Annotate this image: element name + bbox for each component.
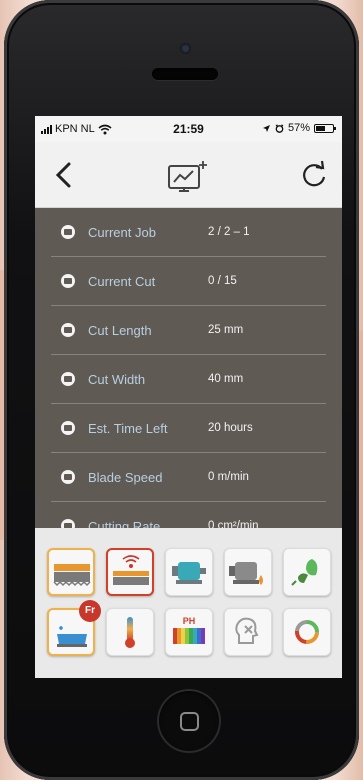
eco-leaf-plug-icon — [291, 559, 318, 586]
earpiece-speaker — [152, 68, 218, 80]
row-value: 2 / 2 – 1 — [208, 226, 250, 238]
job-icon — [61, 225, 75, 239]
cutting-rate-icon — [61, 519, 75, 528]
motor-fuel-tile[interactable] — [224, 548, 272, 596]
location-arrow-icon — [262, 124, 270, 132]
row-label: Blade Speed — [88, 469, 163, 485]
alarm-icon — [275, 123, 284, 133]
ph-scale-icon: PH — [173, 616, 205, 644]
home-button[interactable] — [157, 689, 221, 753]
saw-blade-icon — [53, 564, 91, 587]
front-camera — [180, 43, 191, 54]
row-value: 40 mm — [208, 373, 244, 385]
width-icon — [61, 372, 75, 386]
service-tile[interactable] — [224, 608, 272, 656]
row-label: Current Cut — [88, 273, 156, 289]
photo-scene: KPN NL 21:59 57% Current Job 2 / 2 – 1 C… — [0, 0, 363, 780]
row-label: Cut Width — [88, 371, 146, 387]
phone-screen: KPN NL 21:59 57% Current Job 2 / 2 – 1 C… — [35, 116, 342, 678]
blade-signal-tile[interactable] — [106, 548, 154, 596]
back-button[interactable] — [49, 158, 79, 192]
battery-percent: 57% — [287, 122, 310, 134]
progress-ring-tile[interactable] — [283, 608, 331, 656]
alert-badge: Fr — [79, 600, 101, 622]
motor-teal-tile[interactable] — [165, 548, 213, 596]
navigation-bar — [35, 142, 342, 208]
temperature-tile[interactable] — [106, 608, 154, 656]
row-value: 20 hours — [208, 422, 253, 434]
refresh-button[interactable] — [298, 159, 330, 191]
row-value: 0 cm²/min — [208, 520, 259, 528]
progress-ring-icon — [295, 620, 319, 644]
machine-status-list[interactable]: Current Job 2 / 2 – 1 Current Cut 0 / 15 C… — [35, 208, 342, 528]
length-icon — [61, 323, 75, 337]
row-value: 0 / 15 — [208, 275, 237, 287]
list-item: Current Cut 0 / 15 — [51, 257, 326, 306]
list-item: Blade Speed 0 m/min — [51, 453, 326, 502]
phone-body: KPN NL 21:59 57% Current Job 2 / 2 – 1 C… — [4, 0, 359, 780]
row-value: 25 mm — [208, 324, 244, 336]
eco-tile[interactable] — [283, 548, 331, 596]
list-item: Est. Time Left 20 hours — [51, 404, 326, 453]
home-square-icon — [179, 711, 199, 731]
ph-label: PH — [183, 616, 196, 626]
list-item: Current Job 2 / 2 – 1 — [51, 208, 326, 257]
thermometer-icon — [125, 617, 135, 648]
row-label: Cut Length — [88, 322, 152, 338]
row-value: 0 m/min — [208, 471, 249, 483]
list-item: Cut Length 25 mm — [51, 306, 326, 355]
coolant-tank-tile[interactable]: Fr — [47, 600, 101, 656]
row-label: Cutting Rate — [88, 518, 161, 529]
status-bar: KPN NL 21:59 57% — [35, 116, 342, 142]
blade-signal-icon — [113, 555, 149, 585]
blade-speed-icon — [61, 470, 75, 484]
motor-fuel-icon — [229, 562, 263, 585]
list-item: Cut Width 40 mm — [51, 355, 326, 404]
monitor-chart-plus-icon — [168, 161, 207, 192]
function-tile-grid: Fr PH — [35, 528, 342, 678]
cut-icon — [61, 274, 75, 288]
hourglass-icon — [61, 421, 75, 435]
motor-teal-icon — [172, 562, 206, 584]
moon-icon — [252, 124, 257, 133]
row-label: Current Job — [88, 224, 156, 240]
list-item: Cutting Rate 0 cm²/min — [51, 502, 326, 528]
service-head-icon — [235, 617, 259, 644]
saw-blade-tile[interactable] — [47, 548, 95, 596]
ph-tile[interactable]: PH — [165, 608, 213, 656]
row-label: Est. Time Left — [88, 420, 168, 436]
battery-icon — [314, 123, 336, 133]
